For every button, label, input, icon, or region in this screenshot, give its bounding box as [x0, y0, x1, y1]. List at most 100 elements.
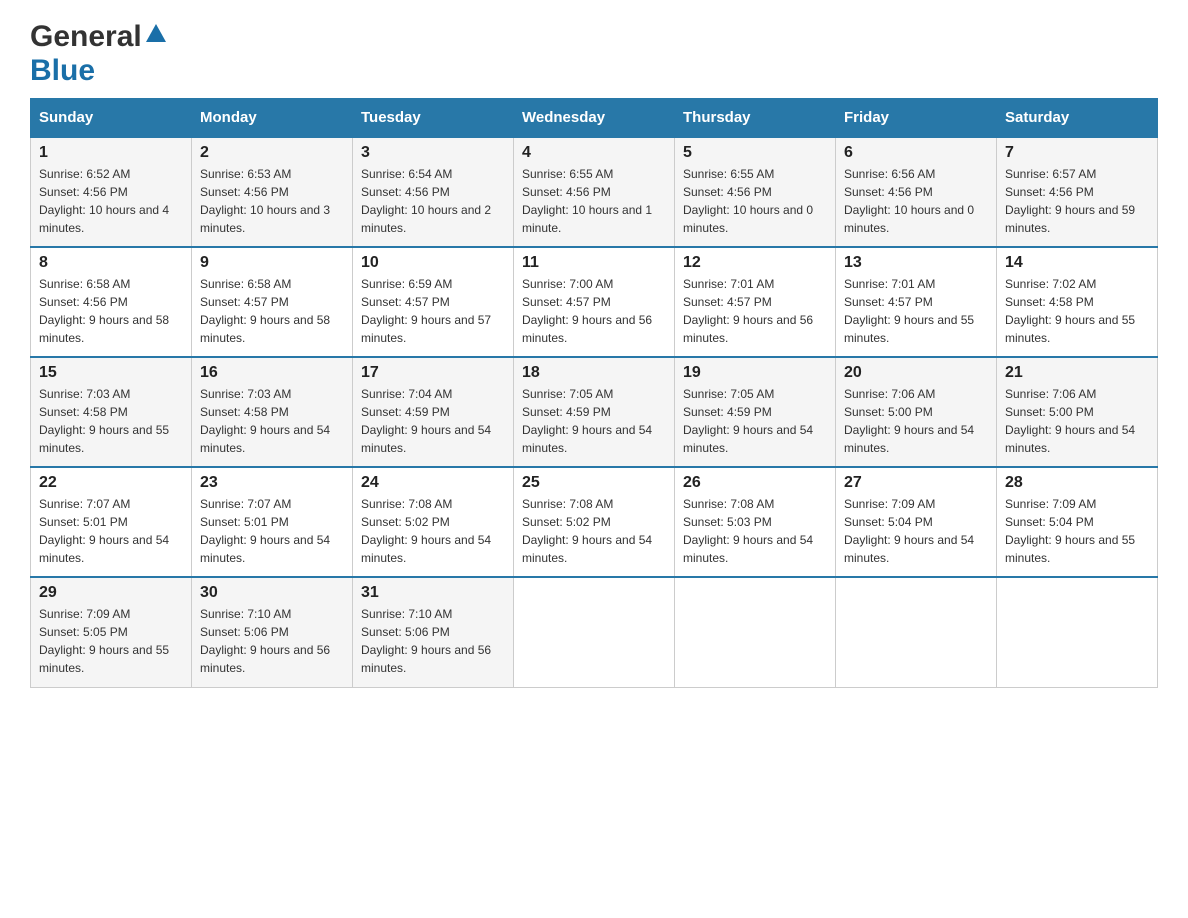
day-number: 2 — [200, 144, 344, 162]
calendar-cell: 27 Sunrise: 7:09 AMSunset: 5:04 PMDayligh… — [836, 467, 997, 577]
calendar-cell — [836, 577, 997, 687]
day-info: Sunrise: 7:08 AMSunset: 5:02 PMDaylight:… — [522, 495, 666, 567]
day-info: Sunrise: 7:06 AMSunset: 5:00 PMDaylight:… — [1005, 385, 1149, 457]
day-number: 27 — [844, 474, 988, 492]
calendar-cell: 17 Sunrise: 7:04 AMSunset: 4:59 PMDayligh… — [353, 357, 514, 467]
calendar-cell: 9Sunrise: 6:58 AMSunset: 4:57 PMDaylight… — [192, 247, 353, 357]
header-wednesday: Wednesday — [514, 99, 675, 138]
calendar-cell — [675, 577, 836, 687]
day-number: 1 — [39, 144, 183, 162]
calendar-cell: 29 Sunrise: 7:09 AMSunset: 5:05 PMDayligh… — [31, 577, 192, 687]
calendar-cell: 21 Sunrise: 7:06 AMSunset: 5:00 PMDayligh… — [997, 357, 1158, 467]
logo-general-text: General — [30, 20, 142, 54]
day-info: Sunrise: 7:10 AMSunset: 5:06 PMDaylight:… — [361, 605, 505, 677]
calendar-cell: 7 Sunrise: 6:57 AMSunset: 4:56 PMDaylight… — [997, 137, 1158, 247]
day-number: 20 — [844, 364, 988, 382]
calendar-cell: 3Sunrise: 6:54 AMSunset: 4:56 PMDaylight… — [353, 137, 514, 247]
day-info: Sunrise: 7:01 AMSunset: 4:57 PMDaylight:… — [844, 275, 988, 347]
day-info: Sunrise: 6:56 AMSunset: 4:56 PMDaylight:… — [844, 165, 988, 237]
day-number: 28 — [1005, 474, 1149, 492]
day-number: 8 — [39, 254, 183, 272]
day-number: 11 — [522, 254, 666, 272]
day-info: Sunrise: 7:05 AMSunset: 4:59 PMDaylight:… — [522, 385, 666, 457]
logo-triangle-icon — [146, 24, 166, 47]
day-info: Sunrise: 6:57 AMSunset: 4:56 PMDaylight:… — [1005, 165, 1149, 237]
day-number: 18 — [522, 364, 666, 382]
day-info: Sunrise: 7:03 AMSunset: 4:58 PMDaylight:… — [200, 385, 344, 457]
page-header: General Blue — [30, 20, 1158, 88]
day-info: Sunrise: 7:04 AMSunset: 4:59 PMDaylight:… — [361, 385, 505, 457]
calendar-cell: 26 Sunrise: 7:08 AMSunset: 5:03 PMDayligh… — [675, 467, 836, 577]
day-number: 7 — [1005, 144, 1149, 162]
header-tuesday: Tuesday — [353, 99, 514, 138]
day-number: 21 — [1005, 364, 1149, 382]
day-info: Sunrise: 7:09 AMSunset: 5:04 PMDaylight:… — [844, 495, 988, 567]
calendar-cell: 12Sunrise: 7:01 AMSunset: 4:57 PMDayligh… — [675, 247, 836, 357]
day-number: 15 — [39, 364, 183, 382]
day-info: Sunrise: 7:09 AMSunset: 5:04 PMDaylight:… — [1005, 495, 1149, 567]
day-info: Sunrise: 7:00 AMSunset: 4:57 PMDaylight:… — [522, 275, 666, 347]
calendar-cell: 24 Sunrise: 7:08 AMSunset: 5:02 PMDayligh… — [353, 467, 514, 577]
day-number: 31 — [361, 584, 505, 602]
calendar-cell: 13Sunrise: 7:01 AMSunset: 4:57 PMDayligh… — [836, 247, 997, 357]
day-number: 30 — [200, 584, 344, 602]
day-number: 19 — [683, 364, 827, 382]
header-thursday: Thursday — [675, 99, 836, 138]
calendar-week-row: 29 Sunrise: 7:09 AMSunset: 5:05 PMDayligh… — [31, 577, 1158, 687]
day-number: 14 — [1005, 254, 1149, 272]
calendar-table: SundayMondayTuesdayWednesdayThursdayFrid… — [30, 98, 1158, 688]
header-monday: Monday — [192, 99, 353, 138]
calendar-cell: 22 Sunrise: 7:07 AMSunset: 5:01 PMDayligh… — [31, 467, 192, 577]
calendar-cell: 6 Sunrise: 6:56 AMSunset: 4:56 PMDaylight… — [836, 137, 997, 247]
header-friday: Friday — [836, 99, 997, 138]
day-number: 5 — [683, 144, 827, 162]
calendar-cell: 8 Sunrise: 6:58 AMSunset: 4:56 PMDaylight… — [31, 247, 192, 357]
calendar-week-row: 1 Sunrise: 6:52 AMSunset: 4:56 PMDaylight… — [31, 137, 1158, 247]
calendar-cell: 15 Sunrise: 7:03 AMSunset: 4:58 PMDayligh… — [31, 357, 192, 467]
calendar-cell: 30 Sunrise: 7:10 AMSunset: 5:06 PMDayligh… — [192, 577, 353, 687]
calendar-header-row: SundayMondayTuesdayWednesdayThursdayFrid… — [31, 99, 1158, 138]
day-info: Sunrise: 6:59 AMSunset: 4:57 PMDaylight:… — [361, 275, 505, 347]
day-number: 23 — [200, 474, 344, 492]
calendar-cell: 23Sunrise: 7:07 AMSunset: 5:01 PMDayligh… — [192, 467, 353, 577]
day-number: 3 — [361, 144, 505, 162]
day-info: Sunrise: 7:08 AMSunset: 5:02 PMDaylight:… — [361, 495, 505, 567]
day-info: Sunrise: 6:58 AMSunset: 4:57 PMDaylight:… — [200, 275, 344, 347]
day-info: Sunrise: 6:58 AMSunset: 4:56 PMDaylight:… — [39, 275, 183, 347]
calendar-cell: 31 Sunrise: 7:10 AMSunset: 5:06 PMDayligh… — [353, 577, 514, 687]
calendar-cell: 25Sunrise: 7:08 AMSunset: 5:02 PMDayligh… — [514, 467, 675, 577]
day-info: Sunrise: 6:55 AMSunset: 4:56 PMDaylight:… — [683, 165, 827, 237]
day-number: 29 — [39, 584, 183, 602]
day-number: 4 — [522, 144, 666, 162]
calendar-cell: 2 Sunrise: 6:53 AMSunset: 4:56 PMDaylight… — [192, 137, 353, 247]
calendar-cell: 18 Sunrise: 7:05 AMSunset: 4:59 PMDayligh… — [514, 357, 675, 467]
calendar-cell: 20 Sunrise: 7:06 AMSunset: 5:00 PMDayligh… — [836, 357, 997, 467]
calendar-cell: 11 Sunrise: 7:00 AMSunset: 4:57 PMDayligh… — [514, 247, 675, 357]
day-info: Sunrise: 7:09 AMSunset: 5:05 PMDaylight:… — [39, 605, 183, 677]
calendar-cell: 28 Sunrise: 7:09 AMSunset: 5:04 PMDayligh… — [997, 467, 1158, 577]
day-info: Sunrise: 7:07 AMSunset: 5:01 PMDaylight:… — [39, 495, 183, 567]
calendar-cell: 5 Sunrise: 6:55 AMSunset: 4:56 PMDaylight… — [675, 137, 836, 247]
calendar-cell: 16Sunrise: 7:03 AMSunset: 4:58 PMDayligh… — [192, 357, 353, 467]
day-info: Sunrise: 7:03 AMSunset: 4:58 PMDaylight:… — [39, 385, 183, 457]
day-info: Sunrise: 7:01 AMSunset: 4:57 PMDaylight:… — [683, 275, 827, 347]
logo: General Blue — [30, 20, 166, 88]
calendar-cell — [514, 577, 675, 687]
day-info: Sunrise: 7:02 AMSunset: 4:58 PMDaylight:… — [1005, 275, 1149, 347]
day-info: Sunrise: 6:52 AMSunset: 4:56 PMDaylight:… — [39, 165, 183, 237]
day-info: Sunrise: 6:53 AMSunset: 4:56 PMDaylight:… — [200, 165, 344, 237]
day-info: Sunrise: 7:06 AMSunset: 5:00 PMDaylight:… — [844, 385, 988, 457]
day-info: Sunrise: 7:08 AMSunset: 5:03 PMDaylight:… — [683, 495, 827, 567]
day-number: 26 — [683, 474, 827, 492]
calendar-week-row: 8 Sunrise: 6:58 AMSunset: 4:56 PMDaylight… — [31, 247, 1158, 357]
day-info: Sunrise: 7:10 AMSunset: 5:06 PMDaylight:… — [200, 605, 344, 677]
day-number: 22 — [39, 474, 183, 492]
day-number: 24 — [361, 474, 505, 492]
calendar-cell — [997, 577, 1158, 687]
calendar-cell: 4 Sunrise: 6:55 AMSunset: 4:56 PMDaylight… — [514, 137, 675, 247]
day-number: 6 — [844, 144, 988, 162]
calendar-week-row: 15 Sunrise: 7:03 AMSunset: 4:58 PMDayligh… — [31, 357, 1158, 467]
day-info: Sunrise: 6:55 AMSunset: 4:56 PMDaylight:… — [522, 165, 666, 237]
day-number: 10 — [361, 254, 505, 272]
day-number: 17 — [361, 364, 505, 382]
